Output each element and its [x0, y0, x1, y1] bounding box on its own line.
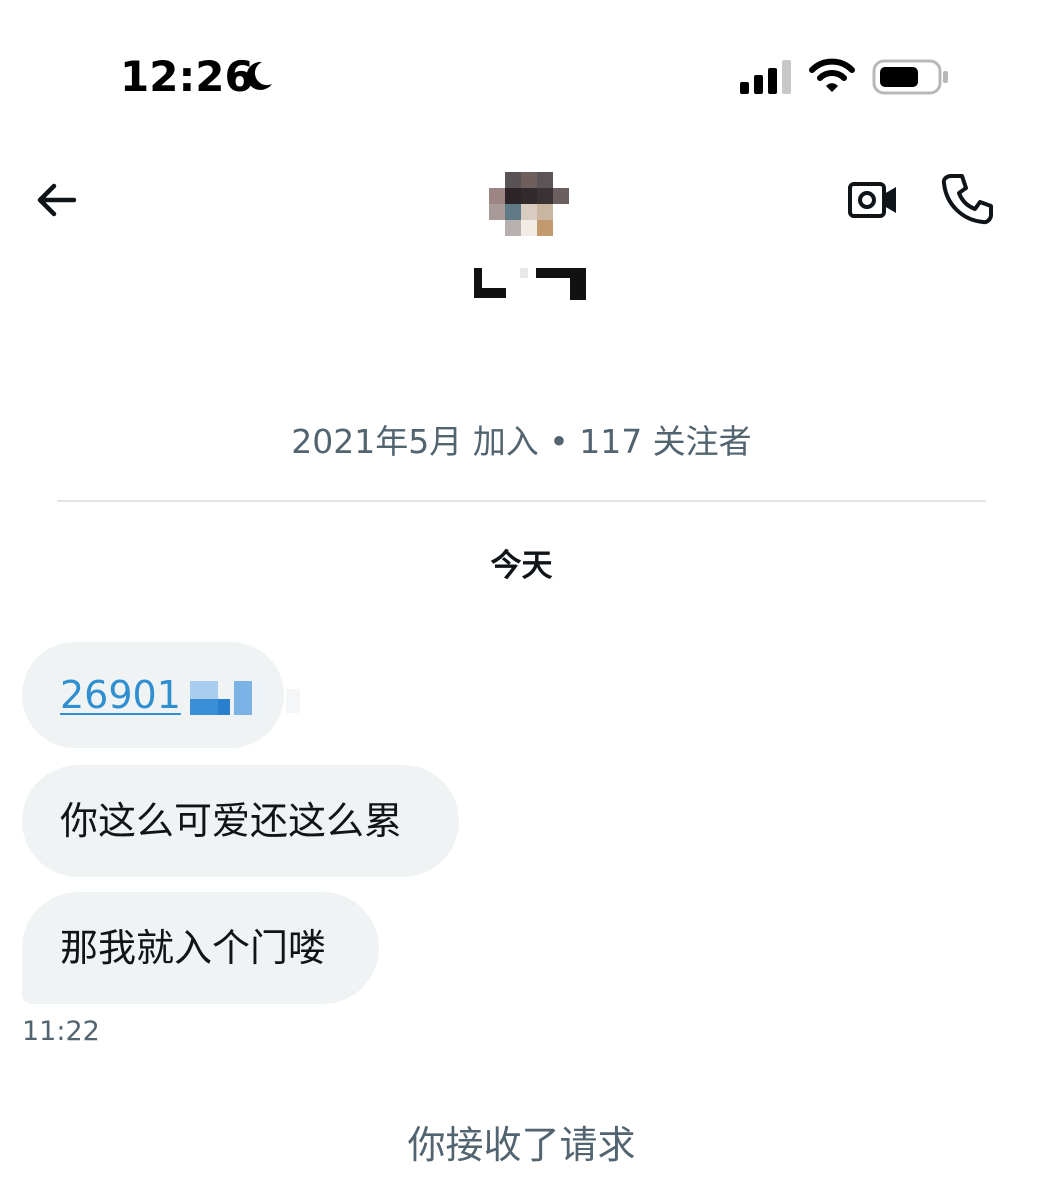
display-name-pixelated: [474, 268, 586, 300]
cellular-signal-icon: [740, 60, 791, 94]
profile-meta: 2021年5月 加入 • 117 关注者: [291, 422, 752, 461]
day-label: 今天: [490, 548, 553, 584]
video-call-icon[interactable]: [846, 176, 900, 224]
message-bubble[interactable]: 那我就入个门喽: [22, 892, 379, 1004]
message-text: 你这么可爱还这么累: [60, 799, 403, 843]
message-bubble[interactable]: 你这么可爱还这么累: [22, 765, 459, 877]
status-time: 12:26: [120, 52, 254, 101]
message-text: 那我就入个门喽: [60, 926, 327, 970]
back-arrow-icon[interactable]: [30, 176, 86, 224]
message-link[interactable]: 26901: [60, 673, 181, 717]
phone-call-icon[interactable]: [940, 172, 994, 226]
pixelated-redaction: [190, 679, 300, 719]
avatar[interactable]: [489, 172, 569, 236]
battery-icon: [872, 59, 948, 95]
moon-icon: [246, 61, 272, 90]
wifi-icon: [809, 58, 855, 92]
message-timestamp: 11:22: [22, 1016, 100, 1047]
divider: [57, 500, 986, 502]
system-note: 你接收了请求: [407, 1123, 636, 1167]
